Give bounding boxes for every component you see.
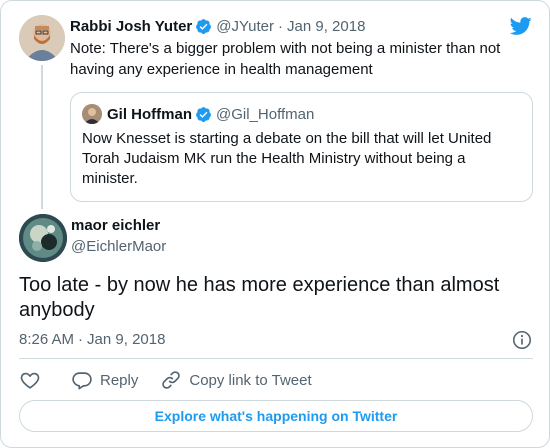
like-button[interactable]: [19, 369, 41, 391]
tweet-date: Jan 9, 2018: [87, 331, 166, 348]
embedded-tweet-card: Rabbi Josh Yuter @JYuter · Jan 9, 2018 N…: [0, 0, 550, 448]
tweet-time: 8:26 AM: [19, 331, 75, 348]
parent-author-handle[interactable]: @JYuter: [216, 18, 274, 35]
heart-icon: [20, 372, 40, 389]
thread-connector-line: [41, 65, 43, 209]
copy-link-button[interactable]: Copy link to Tweet: [160, 369, 312, 391]
link-icon: [162, 371, 181, 389]
twitter-bird-icon[interactable]: [509, 15, 533, 37]
quoted-author-name: Gil Hoffman: [107, 105, 192, 123]
parent-tweet-date[interactable]: Jan 9, 2018: [287, 18, 365, 35]
quoted-tweet-header: Gil Hoffman @Gil_Hoffman: [82, 104, 314, 124]
divider: [19, 358, 533, 359]
copy-link-label: Copy link to Tweet: [189, 371, 312, 389]
main-author-handle[interactable]: @EichlerMaor: [71, 238, 166, 255]
info-icon[interactable]: [511, 329, 533, 351]
parent-author-name[interactable]: Rabbi Josh Yuter: [70, 18, 192, 35]
quoted-author-handle: @Gil_Hoffman: [216, 105, 315, 123]
main-author-avatar[interactable]: [19, 214, 67, 262]
quoted-author-avatar: [82, 104, 102, 124]
separator-dot: ·: [78, 331, 84, 348]
parent-author-avatar[interactable]: [19, 15, 65, 61]
parent-tweet-header: Rabbi Josh Yuter @JYuter · Jan 9, 2018: [70, 16, 365, 36]
main-tweet-text: Too late - by now he has more experience…: [19, 274, 500, 321]
avatar-image: [82, 104, 102, 124]
main-author-name[interactable]: maor eichler: [71, 217, 160, 234]
separator-dot: ·: [278, 17, 284, 35]
tweet-timestamp[interactable]: 8:26 AM · Jan 9, 2018: [19, 331, 165, 348]
parent-tweet-text: Note: There's a bigger problem with not …: [70, 40, 501, 78]
quoted-tweet-card[interactable]: Gil Hoffman @Gil_Hoffman Now Knesset is …: [70, 92, 533, 202]
verified-badge-icon: [196, 18, 212, 34]
tweet-actions: Reply Copy link to Tweet: [19, 369, 312, 391]
avatar-image: [19, 214, 67, 262]
reply-bubble-icon: [72, 372, 92, 390]
explore-twitter-button[interactable]: Explore what's happening on Twitter: [19, 400, 533, 432]
reply-button[interactable]: Reply: [71, 369, 138, 391]
reply-label: Reply: [100, 371, 139, 389]
avatar-image: [19, 15, 65, 61]
verified-badge-icon: [196, 106, 211, 122]
quoted-tweet-text: Now Knesset is starting a debate on the …: [82, 130, 492, 187]
